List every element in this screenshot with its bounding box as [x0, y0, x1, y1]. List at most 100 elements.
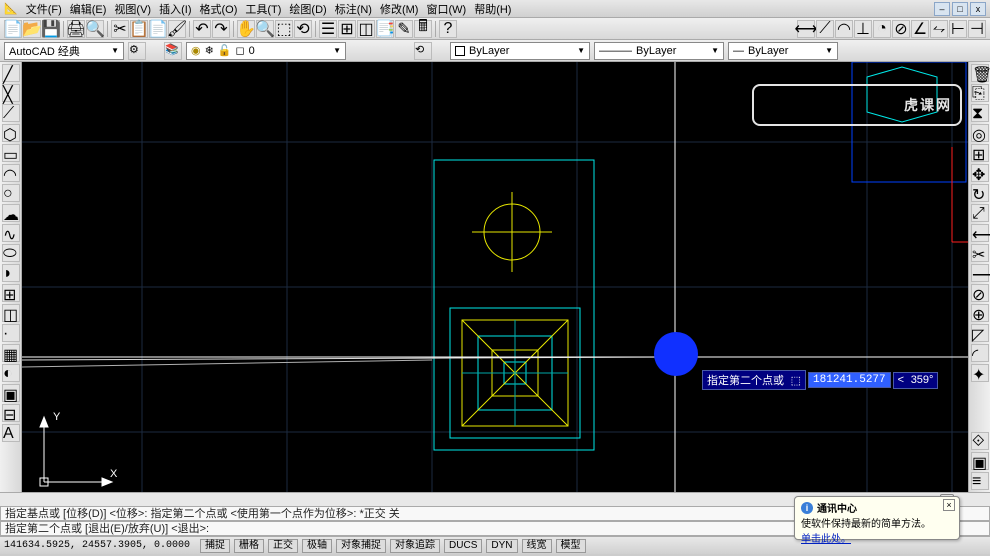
calc-icon[interactable]: 🖩 [414, 20, 432, 38]
move-icon[interactable]: ✥ [971, 164, 989, 182]
menu-file[interactable]: 文件(F) [22, 1, 66, 17]
region-icon[interactable]: ▣ [2, 384, 20, 402]
rectangle-icon[interactable]: ▭ [2, 144, 20, 162]
extend-icon[interactable]: ⟶ [971, 264, 989, 282]
menu-tools[interactable]: 工具(T) [241, 1, 285, 17]
break-icon[interactable]: ⊘ [971, 284, 989, 302]
maximize-button[interactable]: □ [952, 2, 968, 16]
toolpalette-icon[interactable]: ◫ [357, 20, 375, 38]
dim-arc-icon[interactable]: ◠ [835, 20, 853, 38]
list-icon[interactable]: ≡ [971, 472, 989, 490]
ellipse-icon[interactable]: ⬭ [2, 244, 20, 262]
offset-icon[interactable]: ◎ [971, 124, 989, 142]
explode-icon[interactable]: ✦ [971, 364, 989, 382]
ellipsearc-icon[interactable]: ◗ [2, 264, 20, 282]
status-polar[interactable]: 极轴 [302, 539, 332, 553]
point-icon[interactable]: · [2, 324, 20, 342]
fillet-icon[interactable]: ◜ [971, 344, 989, 362]
menu-dimension[interactable]: 标注(N) [331, 1, 376, 17]
text-icon[interactable]: A [2, 424, 20, 442]
copy-icon[interactable]: 📋 [130, 20, 148, 38]
menu-window[interactable]: 窗口(W) [422, 1, 470, 17]
save-icon[interactable]: 💾 [42, 20, 60, 38]
polyline-icon[interactable]: ⟋ [2, 104, 20, 122]
coordinates-display[interactable]: 141634.5925, 24557.3905, 0.0000 [4, 540, 196, 551]
dim-dia-icon[interactable]: ⊘ [892, 20, 910, 38]
close-button[interactable]: x [970, 2, 986, 16]
menu-modify[interactable]: 修改(M) [376, 1, 423, 17]
print-icon[interactable]: 🖨 [67, 20, 85, 38]
layer-prev-icon[interactable]: ⟲ [414, 42, 432, 60]
markup-icon[interactable]: ✎ [395, 20, 413, 38]
array-icon[interactable]: ⊞ [971, 144, 989, 162]
join-icon[interactable]: ⊕ [971, 304, 989, 322]
status-otrack[interactable]: 对象追踪 [390, 539, 440, 553]
comm-close-button[interactable]: × [943, 499, 955, 511]
erase-icon[interactable]: 🗑 [971, 64, 989, 82]
copy-obj-icon[interactable]: ⎘ [971, 84, 989, 102]
cut-icon[interactable]: ✂ [111, 20, 129, 38]
circle-icon[interactable]: ○ [2, 184, 20, 202]
hatch-icon[interactable]: ▦ [2, 344, 20, 362]
drawing-canvas[interactable]: Y X 指定第二个点或 ⬚ 181241.5277 < 359° 虎课网 ⏮ ◀… [22, 62, 968, 492]
minimize-button[interactable]: – [934, 2, 950, 16]
preview-icon[interactable]: 🔍 [86, 20, 104, 38]
insert-icon[interactable]: ⊞ [2, 284, 20, 302]
mirror-icon[interactable]: ⧗ [971, 104, 989, 122]
dim-ord-icon[interactable]: ⊥ [854, 20, 872, 38]
open-icon[interactable]: 📂 [23, 20, 41, 38]
zoom-prev-icon[interactable]: ⟲ [294, 20, 312, 38]
rotate-icon[interactable]: ↻ [971, 184, 989, 202]
workspace-settings-icon[interactable]: ⚙ [128, 42, 146, 60]
comm-link[interactable]: 单击此处。 [801, 530, 953, 545]
dyn-distance-input[interactable]: 181241.5277 [808, 372, 891, 388]
help-icon[interactable]: ? [439, 20, 457, 38]
status-ortho[interactable]: 正交 [268, 539, 298, 553]
workspace-combo[interactable]: AutoCAD 经典 ▼ [4, 42, 124, 60]
xline-icon[interactable]: ╳ [2, 84, 20, 102]
properties-icon[interactable]: ☰ [319, 20, 337, 38]
layer-combo[interactable]: ◉❄🔓◻ 0 ▼ [186, 42, 346, 60]
status-lwt[interactable]: 线宽 [522, 539, 552, 553]
line-icon[interactable]: ╱ [2, 64, 20, 82]
dim-ang-icon[interactable]: ∠ [911, 20, 929, 38]
match-icon[interactable]: 🖌 [168, 20, 186, 38]
menu-help[interactable]: 帮助(H) [470, 1, 515, 17]
dim-cont-icon[interactable]: ⊣ [968, 20, 986, 38]
revcloud-icon[interactable]: ☁ [2, 204, 20, 222]
trim-icon[interactable]: ✂ [971, 244, 989, 262]
layer-prop-icon[interactable]: 📚 [164, 42, 182, 60]
dim-base-icon[interactable]: ⊢ [949, 20, 967, 38]
status-snap[interactable]: 捕捉 [200, 539, 230, 553]
dyn-angle-input[interactable]: < 359° [893, 372, 939, 389]
color-combo[interactable]: ByLayer ▼ [450, 42, 590, 60]
status-osnap[interactable]: 对象捕捉 [336, 539, 386, 553]
menu-edit[interactable]: 编辑(E) [66, 1, 111, 17]
scale-icon[interactable]: ⤢ [971, 204, 989, 222]
new-icon[interactable]: 📄 [4, 20, 22, 38]
zoom-win-icon[interactable]: ⬚ [275, 20, 293, 38]
dist-icon[interactable]: ⟐ [971, 432, 989, 450]
dim-rad-icon[interactable]: ◔ [873, 20, 891, 38]
pan-icon[interactable]: ✋ [237, 20, 255, 38]
menu-view[interactable]: 视图(V) [110, 1, 155, 17]
menu-format[interactable]: 格式(O) [195, 1, 241, 17]
dim-aligned-icon[interactable]: ⟋ [816, 20, 834, 38]
table-icon[interactable]: ⊟ [2, 404, 20, 422]
arc-icon[interactable]: ◠ [2, 164, 20, 182]
status-model[interactable]: 模型 [556, 539, 586, 553]
polygon-icon[interactable]: ⬡ [2, 124, 20, 142]
designcenter-icon[interactable]: ⊞ [338, 20, 356, 38]
chamfer-icon[interactable]: ◸ [971, 324, 989, 342]
undo-icon[interactable]: ↶ [193, 20, 211, 38]
menu-draw[interactable]: 绘图(D) [285, 1, 330, 17]
lineweight-combo[interactable]: — ByLayer ▼ [728, 42, 838, 60]
dim-linear-icon[interactable]: ⟷ [797, 20, 815, 38]
stretch-icon[interactable]: ⟷ [971, 224, 989, 242]
paste-icon[interactable]: 📄 [149, 20, 167, 38]
status-grid[interactable]: 栅格 [234, 539, 264, 553]
zoom-rt-icon[interactable]: 🔍 [256, 20, 274, 38]
status-ducs[interactable]: DUCS [444, 539, 482, 553]
linetype-combo[interactable]: ——— ByLayer ▼ [594, 42, 724, 60]
sheet-icon[interactable]: 📑 [376, 20, 394, 38]
